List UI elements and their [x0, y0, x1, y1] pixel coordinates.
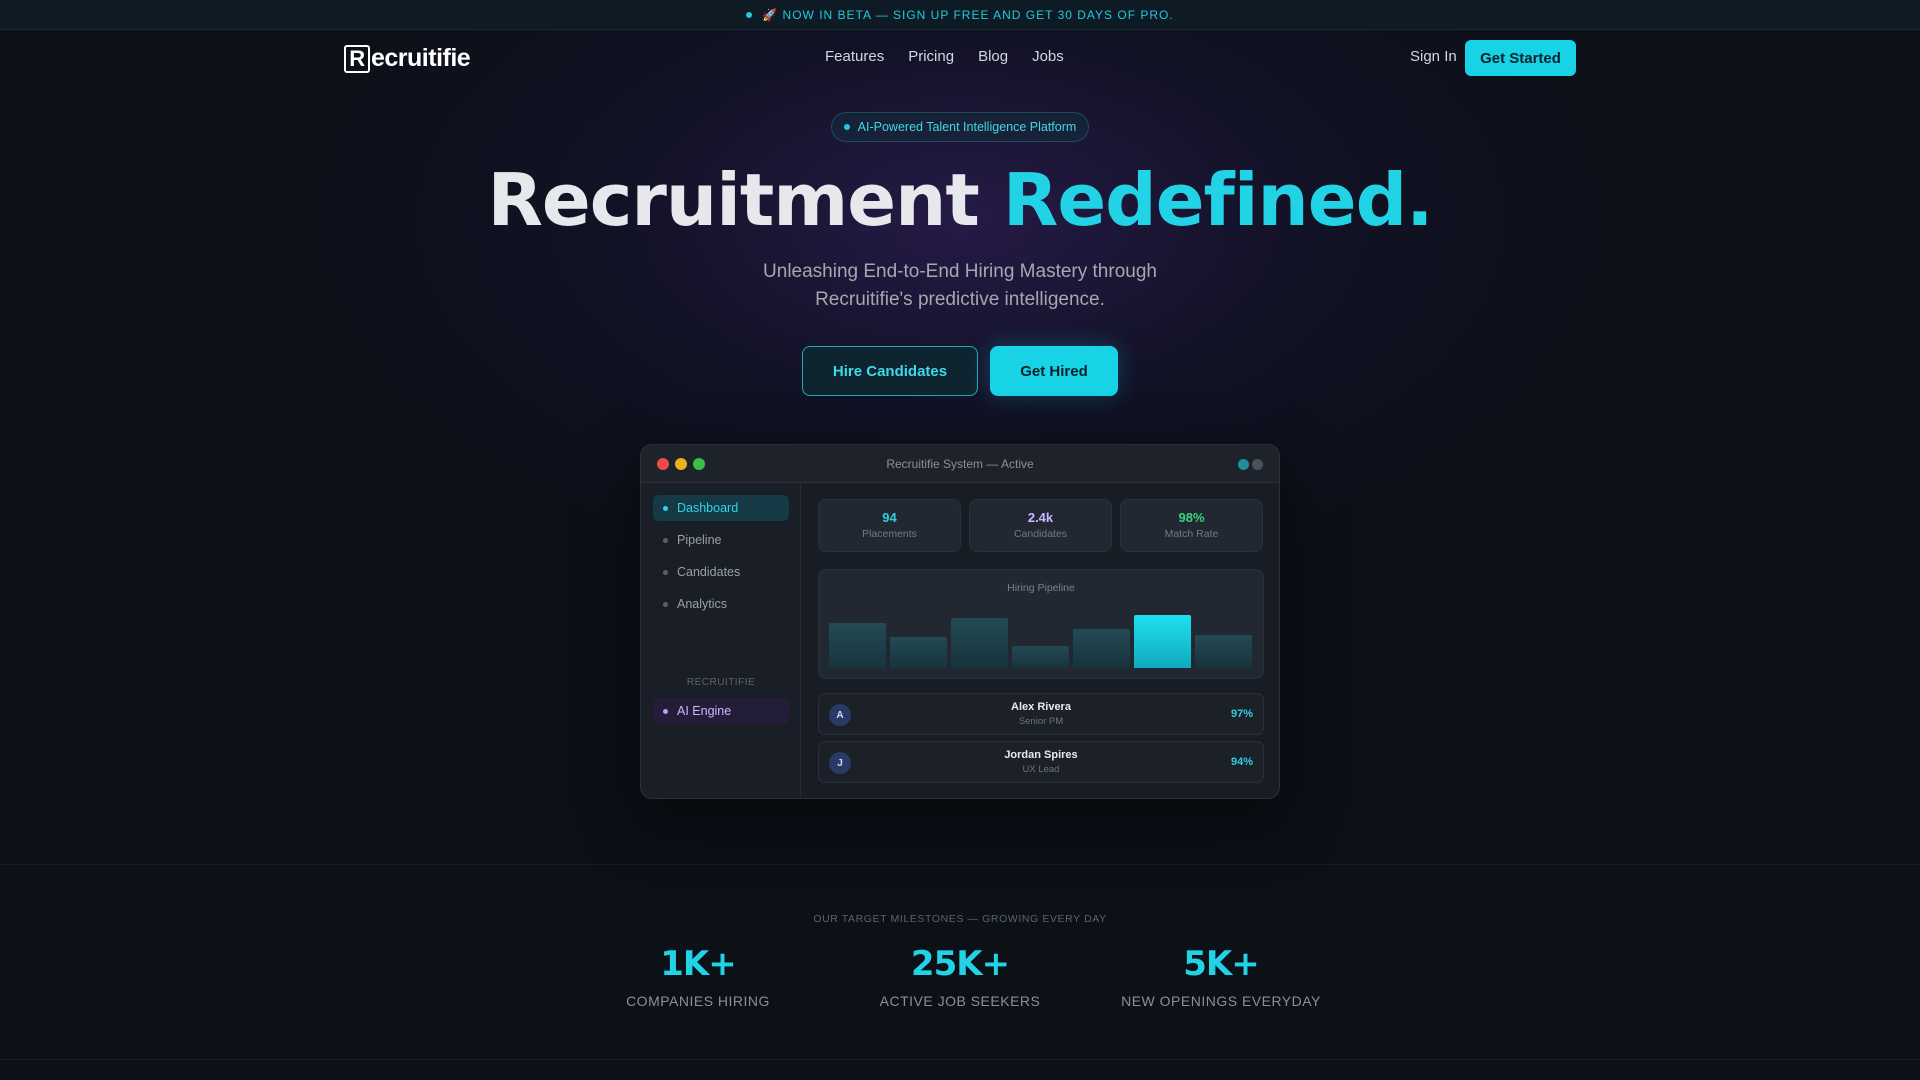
- window-titlebar: Recruitifie System — Active: [641, 445, 1279, 483]
- stat-label: Match Rate: [1164, 528, 1219, 540]
- pipeline-bar: [1073, 629, 1130, 668]
- stat-card-candidates: 2.4k Candidates: [969, 499, 1112, 552]
- pill-text: AI-Powered Talent Intelligence Platform: [857, 120, 1077, 134]
- candidate-row[interactable]: J Jordan Spires UX Lead 94%: [818, 741, 1264, 783]
- stat-card-match-rate: 98% Match Rate: [1120, 499, 1263, 552]
- hero-subtitle-line-1: Unleashing End-to-End Hiring Mastery thr…: [763, 261, 1157, 282]
- bullet-icon: [663, 505, 668, 511]
- banner-dot-icon: [746, 11, 753, 18]
- sidebar-item-dashboard[interactable]: Dashboard: [653, 495, 789, 521]
- sidebar-section-label: RECRUITIFIE: [686, 677, 756, 688]
- pipeline-bar: [829, 623, 886, 668]
- section-divider: [0, 864, 1920, 865]
- nav-link-jobs[interactable]: Jobs: [1032, 48, 1064, 65]
- candidate-role: UX Lead: [1022, 764, 1060, 775]
- sidebar-item-label: Analytics: [677, 597, 728, 611]
- chart-title: Hiring Pipeline: [1007, 582, 1075, 594]
- milestone-value-companies: 1K+: [660, 944, 737, 984]
- sign-in-link[interactable]: Sign In: [1410, 48, 1457, 65]
- nav-link-features[interactable]: Features: [825, 48, 884, 65]
- sidebar-item-candidates[interactable]: Candidates: [653, 559, 789, 585]
- banner-text: 🚀 NOW IN BETA — SIGN UP FREE AND GET 30 …: [762, 7, 1174, 22]
- candidate-name: Jordan Spires: [1004, 749, 1078, 761]
- match-score: 94%: [1230, 756, 1253, 768]
- stat-label: Candidates: [1013, 528, 1068, 540]
- bullet-icon: [663, 601, 668, 607]
- candidate-row[interactable]: A Alex Rivera Senior PM 97%: [818, 693, 1264, 735]
- sidebar-item-label: AI Engine: [677, 704, 732, 718]
- stat-value: 2.4k: [1027, 510, 1054, 525]
- sidebar-item-ai-engine[interactable]: AI Engine: [653, 698, 789, 724]
- milestone-value-openings: 5K+: [1183, 944, 1260, 984]
- pipeline-bar: [890, 637, 947, 668]
- hero-title: Recruitment Redefined.: [0, 158, 1920, 242]
- status-dot-icon: [1252, 459, 1263, 470]
- stat-card-placements: 94 Placements: [818, 499, 961, 552]
- window-title: Recruitifie System — Active: [886, 457, 1034, 471]
- pill-dot-icon: [843, 124, 850, 130]
- beta-banner[interactable]: 🚀 NOW IN BETA — SIGN UP FREE AND GET 30 …: [0, 0, 1920, 30]
- top-nav: R ecruitifie Features Pricing Blog Jobs …: [0, 30, 1920, 86]
- sidebar-item-pipeline[interactable]: Pipeline: [653, 527, 789, 553]
- candidate-role: Senior PM: [1018, 716, 1064, 727]
- logo[interactable]: R ecruitifie: [344, 44, 471, 73]
- get-started-button[interactable]: Get Started: [1465, 40, 1576, 76]
- get-hired-button[interactable]: Get Hired: [990, 346, 1118, 396]
- bullet-icon: [663, 537, 668, 543]
- candidate-name: Alex Rivera: [1011, 701, 1071, 713]
- hiring-pipeline-chart: Hiring Pipeline: [818, 569, 1264, 679]
- pipeline-bar: [1195, 635, 1252, 668]
- hero-title-main: Recruitment: [487, 158, 1003, 242]
- milestones-heading: OUR TARGET MILESTONES — GROWING EVERY DA…: [813, 913, 1107, 925]
- preview-sidebar: Dashboard Pipeline Candidates Analytics …: [641, 483, 801, 798]
- hero-subtitle-line-2: Recruitifie's predictive intelligence.: [815, 289, 1105, 310]
- platform-pill: AI-Powered Talent Intelligence Platform: [831, 112, 1089, 142]
- dashboard-preview-window: Recruitifie System — Active Dashboard Pi…: [640, 444, 1280, 799]
- milestone-label-openings: NEW OPENINGS EVERYDAY: [1121, 993, 1321, 1009]
- hero-title-accent: Redefined.: [1002, 158, 1434, 242]
- bullet-icon: [663, 569, 668, 575]
- logo-mark-icon: R: [344, 44, 370, 73]
- stat-value: 98%: [1178, 510, 1205, 525]
- stat-value: 94: [882, 510, 897, 525]
- section-divider: [0, 1059, 1920, 1060]
- stat-label: Placements: [862, 528, 917, 540]
- pipeline-bar: [1012, 646, 1069, 668]
- hero-subtitle: Unleashing End-to-End Hiring Mastery thr…: [0, 258, 1920, 314]
- bullet-icon: [663, 708, 668, 714]
- milestone-value-seekers: 25K+: [910, 944, 1010, 984]
- sidebar-item-label: Pipeline: [677, 533, 722, 547]
- sidebar-item-analytics[interactable]: Analytics: [653, 591, 789, 617]
- match-score: 97%: [1230, 708, 1253, 720]
- hire-candidates-button[interactable]: Hire Candidates: [802, 346, 978, 396]
- logo-text: ecruitifie: [371, 44, 471, 72]
- nav-link-blog[interactable]: Blog: [978, 48, 1008, 65]
- milestone-label-companies: COMPANIES HIRING: [626, 993, 770, 1009]
- nav-link-pricing[interactable]: Pricing: [908, 48, 954, 65]
- pipeline-bar: [1134, 615, 1191, 668]
- sidebar-item-label: Dashboard: [677, 501, 739, 515]
- status-dot-icon: [1238, 459, 1249, 470]
- pipeline-bar: [951, 618, 1008, 668]
- nav-links: Features Pricing Blog Jobs: [825, 48, 1064, 65]
- sidebar-item-label: Candidates: [677, 565, 741, 579]
- milestone-label-seekers: ACTIVE JOB SEEKERS: [879, 993, 1041, 1009]
